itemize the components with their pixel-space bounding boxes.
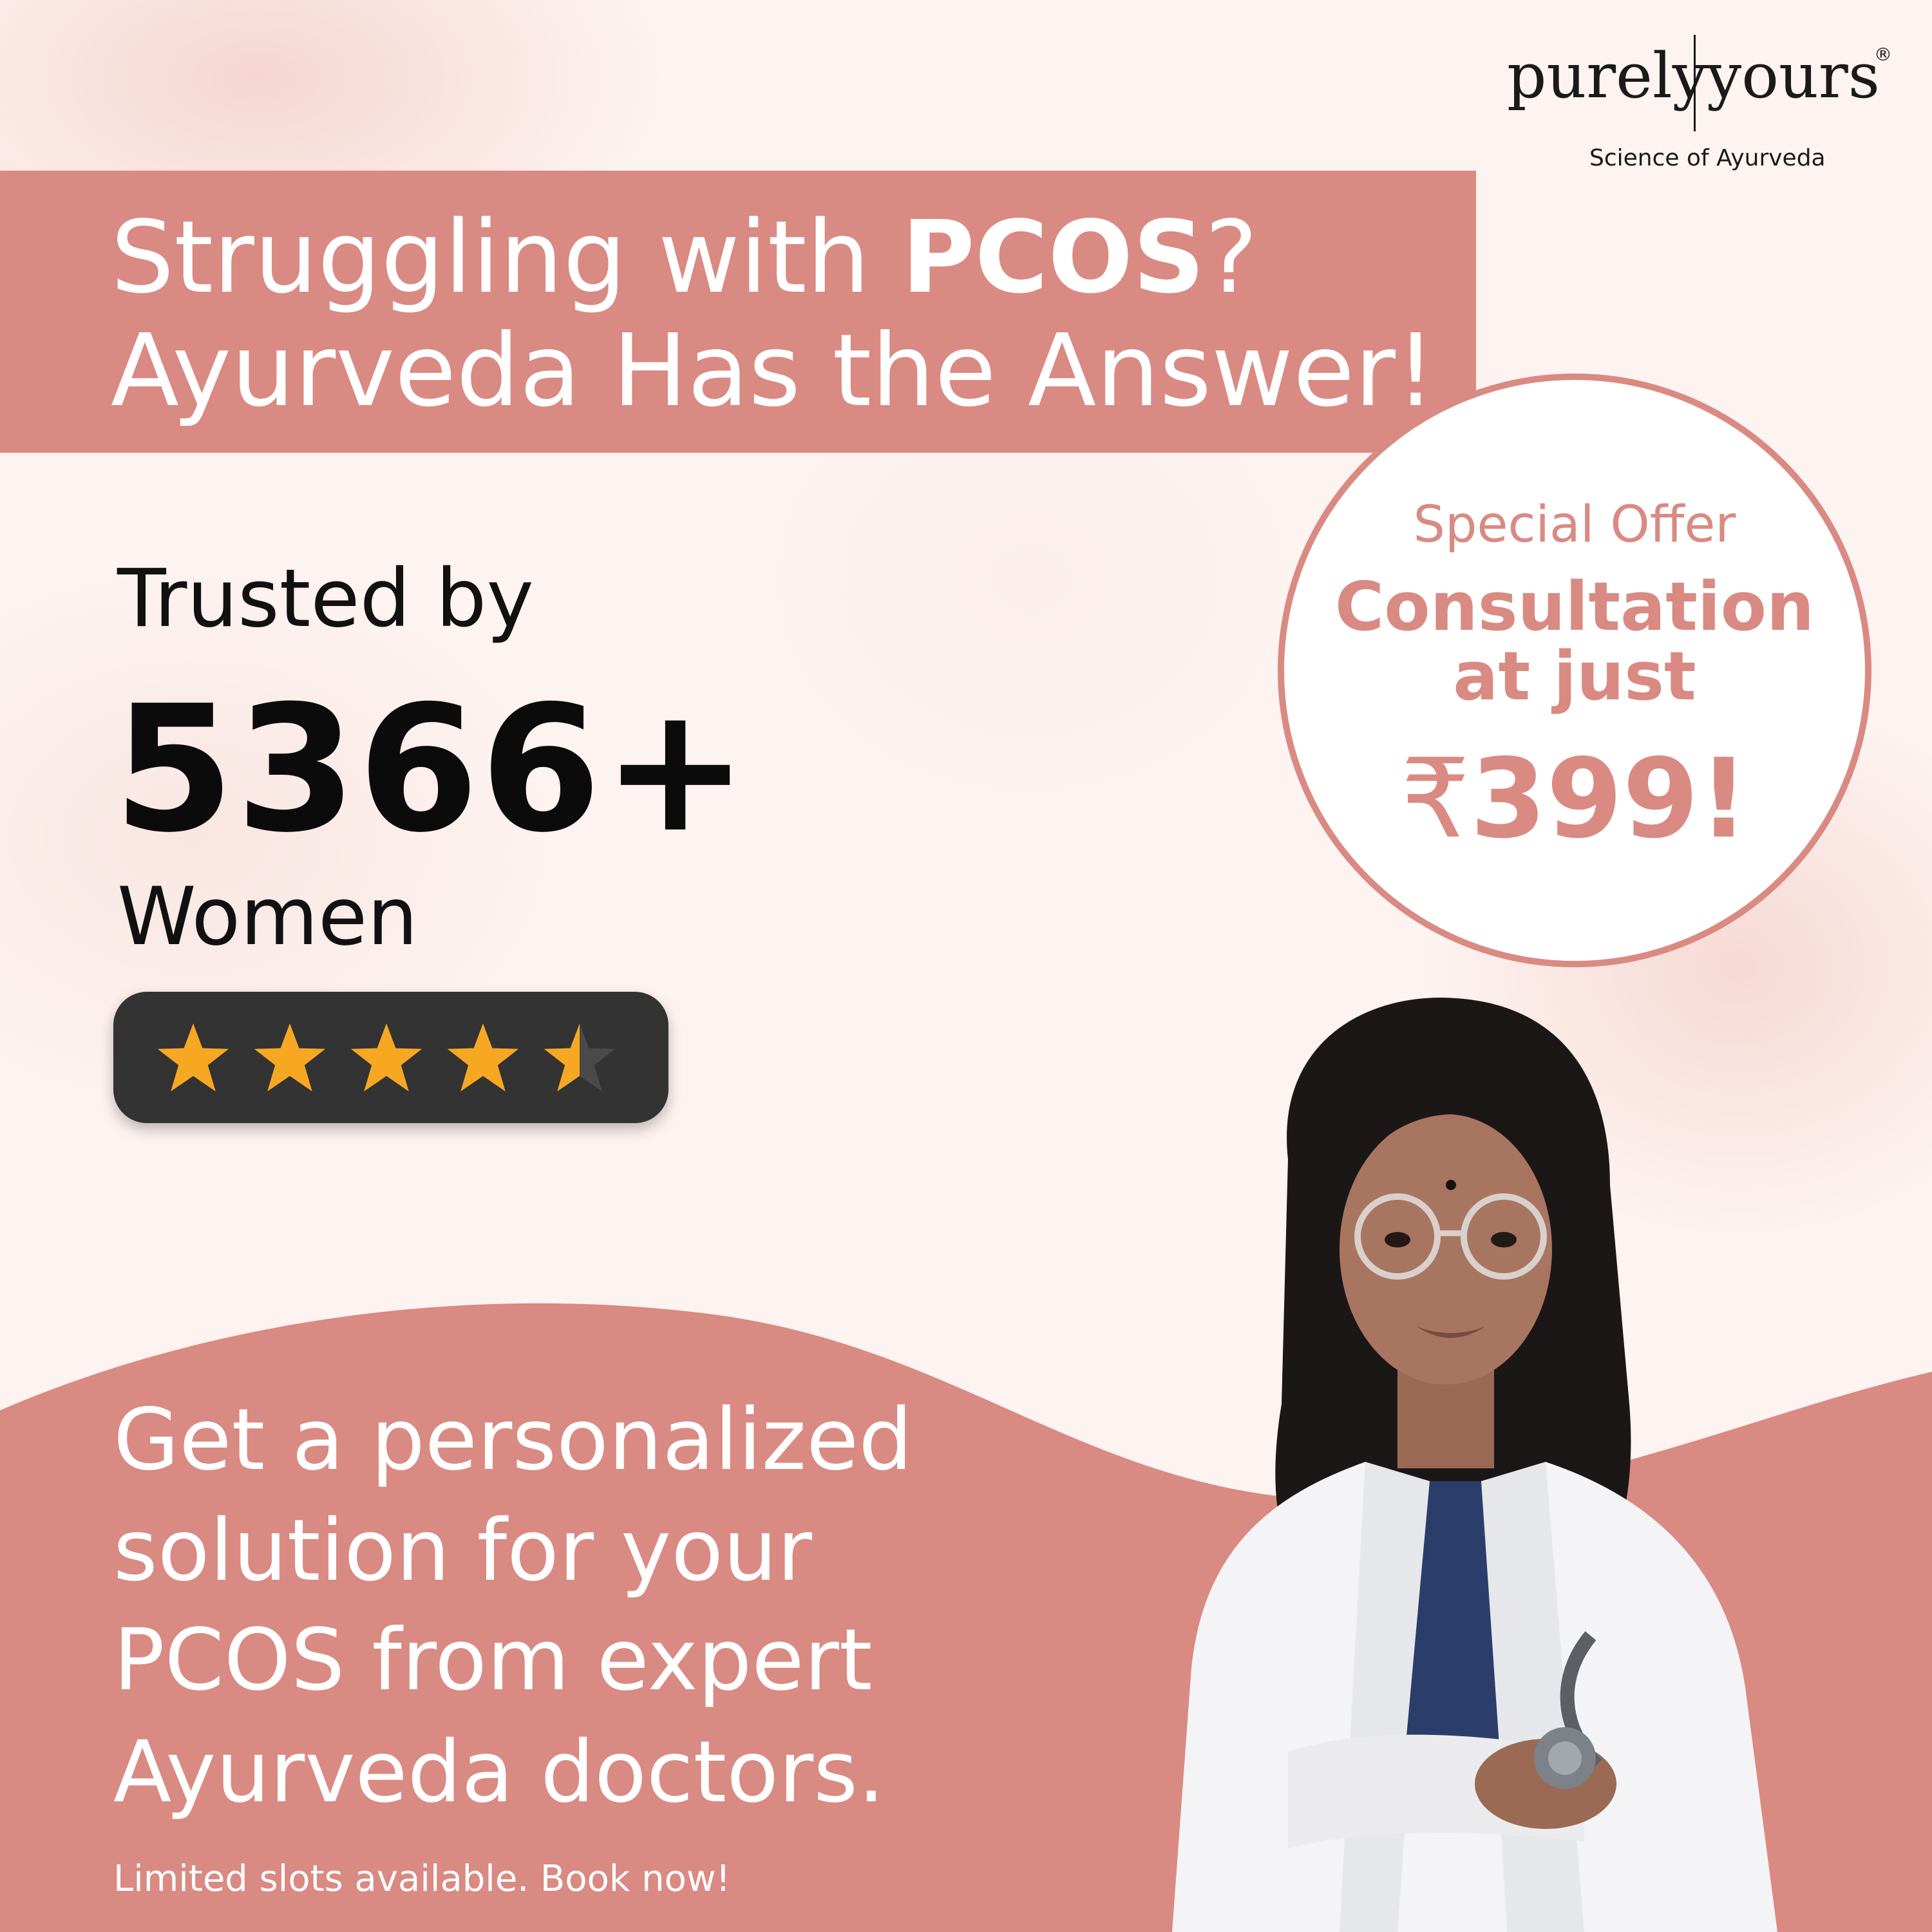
body-line-4: Ayurveda doctors. — [113, 1723, 885, 1822]
rupee-symbol: ₹ — [1400, 735, 1470, 863]
star-icon — [350, 1023, 422, 1092]
star-icon — [254, 1023, 326, 1092]
headline-line-1: Struggling with PCOS? — [111, 207, 1258, 307]
book-now-cta[interactable]: Limited slots available. Book now! — [113, 1861, 730, 1897]
brand-tagline: Science of Ayurveda — [1589, 145, 1826, 171]
offer-label: Special Offer — [1413, 496, 1736, 554]
customer-count: 5366+ — [113, 668, 750, 871]
doctor-illustration — [1172, 998, 1777, 1932]
headline-suffix: ? — [1204, 199, 1258, 316]
price-value: 399! — [1470, 735, 1749, 863]
star-rating — [113, 992, 668, 1123]
body-line-2: solution for your — [113, 1501, 812, 1600]
ad-canvas: purely yours ® Science of Ayurveda Strug… — [0, 0, 1932, 1932]
registered-mark: ® — [1874, 44, 1892, 65]
headline-prefix: Struggling with — [111, 199, 902, 316]
brand-logo[interactable]: purely yours ® Science of Ayurveda — [1501, 26, 1892, 180]
customer-noun: Women — [117, 871, 418, 963]
star-icon — [447, 1023, 519, 1092]
headline-line-2: Ayurveda Has the Answer! — [111, 312, 1436, 429]
trusted-by-label: Trusted by — [117, 553, 534, 645]
special-offer-badge[interactable]: Special Offer Consultation at just ₹399! — [1278, 374, 1871, 967]
star-icon — [157, 1023, 229, 1092]
offer-price: ₹399! — [1284, 744, 1865, 854]
offer-line-1: Consultation — [1334, 567, 1815, 646]
body-line-3: PCOS from expert — [113, 1611, 873, 1710]
logo-divider — [1694, 35, 1696, 131]
headline-bold-pcos: PCOS — [902, 199, 1205, 316]
logo-word-yours: yours — [1707, 40, 1880, 112]
offer-line-2: at just — [1453, 637, 1696, 715]
body-line-1: Get a personalized — [113, 1390, 913, 1490]
logo-word-purely: purely — [1507, 40, 1707, 112]
star-icon — [544, 1023, 616, 1092]
